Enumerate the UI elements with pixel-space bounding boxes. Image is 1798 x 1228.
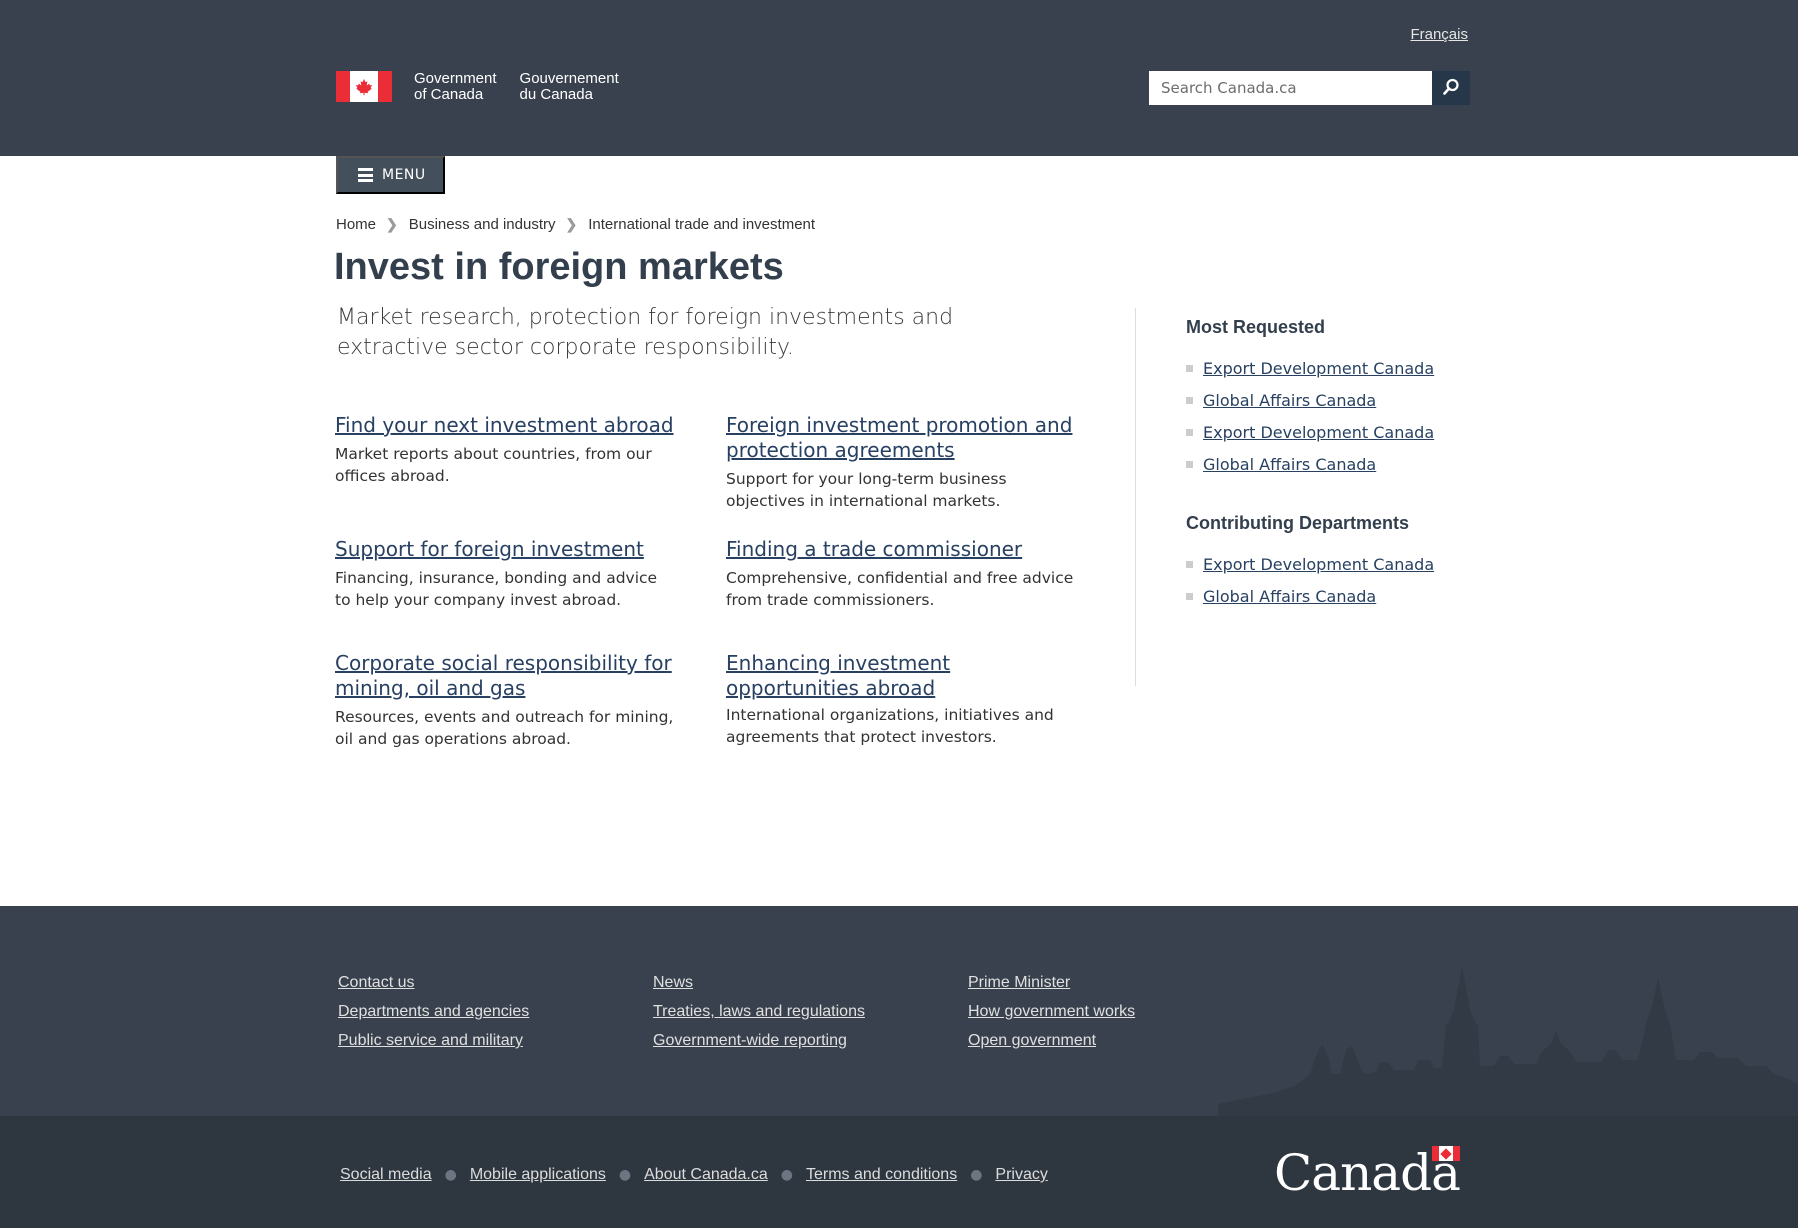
breadcrumb: Home ❯ Business and industry ❯ Internati… <box>336 216 815 233</box>
list-item: Global Affairs Canada <box>1186 384 1434 416</box>
sidebar-link[interactable]: Global Affairs Canada <box>1203 455 1376 474</box>
wordmark-flag-icon <box>1432 1146 1460 1161</box>
page-title: Invest in foreign markets <box>334 246 784 288</box>
footer-privacy-link[interactable]: Privacy <box>995 1166 1047 1184</box>
breadcrumb-home[interactable]: Home <box>336 216 376 233</box>
card-title-link[interactable]: Enhancing investment opportunities abroa… <box>726 651 976 701</box>
square-bullet-icon <box>1186 428 1193 436</box>
government-signature[interactable]: Government of Canada Gouvernement du Can… <box>336 71 619 107</box>
card-title-link[interactable]: Corporate social responsibility for mini… <box>335 651 675 701</box>
card-description: Support for your long-term business obje… <box>726 470 1007 510</box>
site-header: Français Government of Canada Gouverneme… <box>0 0 1798 156</box>
footer-social-media-link[interactable]: Social media <box>340 1166 432 1184</box>
footer-bottom: Social media ● Mobile applications ● Abo… <box>0 1116 1798 1228</box>
list-item: Export Development Canada <box>1186 416 1434 448</box>
square-bullet-icon <box>1186 364 1193 372</box>
footer-column-1: Contact us Departments and agencies Publ… <box>338 972 529 1059</box>
footer-link[interactable]: Open government <box>968 1032 1096 1049</box>
sidebar-link[interactable]: Export Development Canada <box>1203 423 1434 442</box>
card-support-foreign-investment: Support for foreign investment Financing… <box>335 537 675 611</box>
separator-dot-icon: ● <box>618 1167 632 1183</box>
signature-en-line1: Government <box>414 70 497 87</box>
breadcrumb-business-industry[interactable]: Business and industry <box>409 216 556 233</box>
maple-leaf-icon <box>350 71 378 102</box>
footer-main: Contact us Departments and agencies Publ… <box>0 906 1798 1116</box>
footer-link[interactable]: Prime Minister <box>968 974 1070 991</box>
card-description: International organizations, initiatives… <box>726 706 1054 746</box>
signature-french: Gouvernement du Canada <box>520 71 619 103</box>
list-item: Export Development Canada <box>1186 548 1434 580</box>
sidebar-link[interactable]: Export Development Canada <box>1203 555 1434 574</box>
signature-en-line2: of Canada <box>414 86 484 103</box>
list-item: Global Affairs Canada <box>1186 448 1434 480</box>
footer-about-link[interactable]: About Canada.ca <box>644 1166 768 1184</box>
chevron-right-icon: ❯ <box>386 216 398 232</box>
breadcrumb-international-trade[interactable]: International trade and investment <box>588 216 815 233</box>
footer-link[interactable]: Government-wide reporting <box>653 1032 847 1049</box>
card-title-link[interactable]: Find your next investment abroad <box>335 413 675 438</box>
sidebar-link[interactable]: Global Affairs Canada <box>1203 587 1376 606</box>
signature-fr-line1: Gouvernement <box>519 70 619 87</box>
most-requested-heading: Most Requested <box>1186 317 1326 337</box>
most-requested-list: Export Development Canada Global Affairs… <box>1186 352 1434 480</box>
card-description: Financing, insurance, bonding and advice… <box>335 569 658 609</box>
chevron-right-icon: ❯ <box>565 216 578 232</box>
card-fipa: Foreign investment promotion and protect… <box>726 413 1086 512</box>
hamburger-icon <box>358 168 373 182</box>
separator-dot-icon: ● <box>780 1167 793 1183</box>
footer-terms-link[interactable]: Terms and conditions <box>806 1166 957 1184</box>
card-enhancing-investment: Enhancing investment opportunities abroa… <box>726 651 1086 748</box>
menu-button[interactable]: MENU <box>336 156 445 194</box>
signature-fr-line2: du Canada <box>519 86 593 103</box>
list-item: Export Development Canada <box>1186 352 1434 384</box>
card-title-link[interactable]: Foreign investment promotion and protect… <box>726 413 1086 463</box>
canada-flag-icon <box>336 71 392 102</box>
language-toggle-link[interactable]: Français <box>1410 26 1468 43</box>
menu-label: MENU <box>382 167 426 183</box>
signature-english: Government of Canada <box>414 71 497 103</box>
footer-link[interactable]: Contact us <box>338 974 414 991</box>
separator-dot-icon: ● <box>444 1167 457 1183</box>
parliament-skyline-icon <box>1218 966 1798 1116</box>
card-trade-commissioner: Finding a trade commissioner Comprehensi… <box>726 537 1086 611</box>
list-item: Global Affairs Canada <box>1186 580 1434 612</box>
card-title-link[interactable]: Finding a trade commissioner <box>726 537 1086 562</box>
card-description: Market reports about countries, from our… <box>335 445 652 485</box>
footer-bottom-links: Social media ● Mobile applications ● Abo… <box>340 1166 1048 1184</box>
square-bullet-icon <box>1186 560 1193 568</box>
search-input[interactable] <box>1149 71 1432 105</box>
card-find-investment: Find your next investment abroad Market … <box>335 413 675 487</box>
search-icon <box>1442 78 1460 99</box>
card-title-link[interactable]: Support for foreign investment <box>335 537 675 562</box>
footer-link[interactable]: News <box>653 974 693 991</box>
square-bullet-icon <box>1186 460 1193 468</box>
contributing-departments-heading: Contributing Departments <box>1186 513 1409 533</box>
separator-dot-icon: ● <box>970 1167 983 1183</box>
footer-column-3: Prime Minister How government works Open… <box>968 972 1135 1059</box>
card-description: Resources, events and outreach for minin… <box>335 708 674 748</box>
footer-link[interactable]: Treaties, laws and regulations <box>653 1003 865 1020</box>
page-lead: Market research, protection for foreign … <box>337 305 954 360</box>
footer-mobile-apps-link[interactable]: Mobile applications <box>470 1166 606 1184</box>
square-bullet-icon <box>1186 396 1193 404</box>
card-description: Comprehensive, confidential and free adv… <box>726 569 1074 609</box>
sidebar-link[interactable]: Export Development Canada <box>1203 359 1434 378</box>
square-bullet-icon <box>1186 592 1193 600</box>
footer-link[interactable]: Departments and agencies <box>338 1003 529 1020</box>
footer-column-2: News Treaties, laws and regulations Gove… <box>653 972 865 1059</box>
search-form <box>1149 71 1470 105</box>
search-button[interactable] <box>1432 71 1470 105</box>
footer-link[interactable]: How government works <box>968 1003 1135 1020</box>
footer-link[interactable]: Public service and military <box>338 1032 523 1049</box>
card-csr-mining: Corporate social responsibility for mini… <box>335 651 675 750</box>
content-divider <box>1135 308 1136 686</box>
sidebar-link[interactable]: Global Affairs Canada <box>1203 391 1376 410</box>
contributing-departments-list: Export Development Canada Global Affairs… <box>1186 548 1434 612</box>
